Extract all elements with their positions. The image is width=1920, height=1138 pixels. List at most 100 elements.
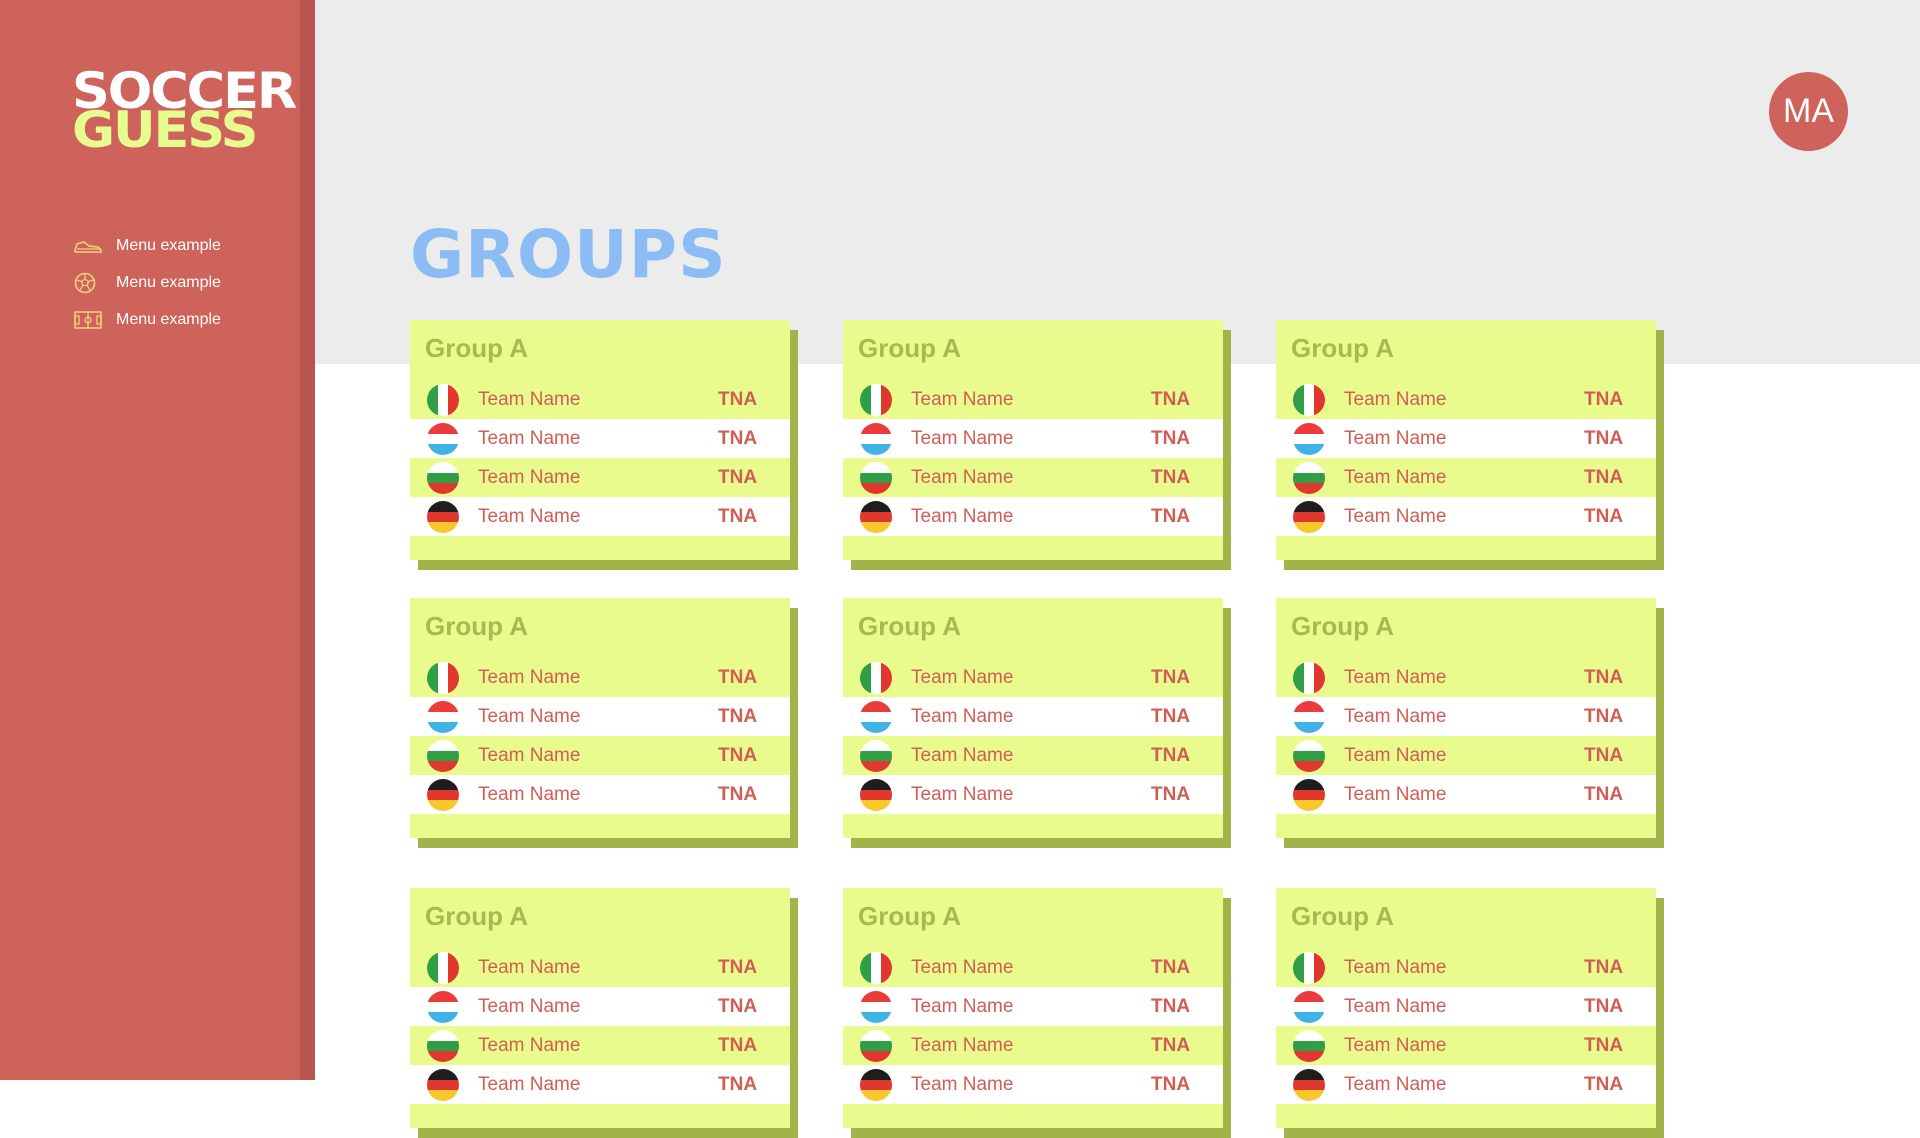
luxembourg-flag-icon bbox=[860, 422, 892, 455]
team-row[interactable]: Team Name TNA bbox=[843, 736, 1223, 775]
group-card[interactable]: Group A Team Name TNA Team Name TNA Team Name… bbox=[410, 320, 800, 570]
group-title: Group A bbox=[425, 611, 529, 641]
germany-flag-icon bbox=[860, 778, 892, 811]
italy-flag-icon bbox=[860, 661, 892, 694]
team-row[interactable]: Team Name TNA bbox=[1276, 419, 1656, 458]
team-abbr: TNA bbox=[1584, 1073, 1624, 1095]
team-row[interactable]: Team Name TNA bbox=[843, 948, 1223, 987]
team-name: Team Name bbox=[1344, 705, 1447, 727]
team-row[interactable]: Team Name TNA bbox=[1276, 1065, 1656, 1104]
sidebar-item-label: Menu example bbox=[116, 310, 221, 328]
team-name: Team Name bbox=[1344, 466, 1447, 488]
team-row[interactable]: Team Name TNA bbox=[843, 497, 1223, 536]
team-row[interactable]: Team Name TNA bbox=[410, 1026, 790, 1065]
app-logo[interactable]: SOCCER GUESS bbox=[72, 66, 297, 155]
group-title: Group A bbox=[1291, 333, 1395, 363]
group-card-body: Group A Team Name TNA Team Name TNA Team Name… bbox=[1276, 888, 1656, 1128]
team-row[interactable]: Team Name TNA bbox=[1276, 987, 1656, 1026]
team-abbr: TNA bbox=[1584, 783, 1624, 805]
team-abbr: TNA bbox=[718, 1034, 758, 1056]
team-row[interactable]: Team Name TNA bbox=[1276, 458, 1656, 497]
team-row[interactable]: Team Name TNA bbox=[1276, 736, 1656, 775]
team-row[interactable]: Team Name TNA bbox=[843, 419, 1223, 458]
team-row[interactable]: Team Name TNA bbox=[410, 458, 790, 497]
team-name: Team Name bbox=[911, 505, 1014, 527]
luxembourg-flag-icon bbox=[427, 990, 459, 1023]
team-row[interactable]: Team Name TNA bbox=[843, 1026, 1223, 1065]
team-name: Team Name bbox=[1344, 388, 1447, 410]
team-name: Team Name bbox=[911, 995, 1014, 1017]
team-abbr: TNA bbox=[1584, 505, 1624, 527]
group-card[interactable]: Group A Team Name TNA Team Name TNA Team Name… bbox=[1276, 598, 1666, 848]
team-row[interactable]: Team Name TNA bbox=[843, 658, 1223, 697]
team-name: Team Name bbox=[478, 956, 581, 978]
team-row[interactable]: Team Name TNA bbox=[410, 987, 790, 1026]
bulgaria-flag-icon bbox=[427, 461, 459, 494]
team-row[interactable]: Team Name TNA bbox=[1276, 697, 1656, 736]
team-abbr: TNA bbox=[1151, 1034, 1191, 1056]
team-name: Team Name bbox=[478, 427, 581, 449]
sidebar-item-label: Menu example bbox=[116, 236, 221, 254]
team-abbr: TNA bbox=[1584, 388, 1624, 410]
team-abbr: TNA bbox=[718, 466, 758, 488]
team-abbr: TNA bbox=[1151, 744, 1191, 766]
team-name: Team Name bbox=[478, 466, 581, 488]
team-abbr: TNA bbox=[1151, 1073, 1191, 1095]
team-row[interactable]: Team Name TNA bbox=[1276, 948, 1656, 987]
team-row[interactable]: Team Name TNA bbox=[410, 419, 790, 458]
team-row[interactable]: Team Name TNA bbox=[843, 1065, 1223, 1104]
team-row[interactable]: Team Name TNA bbox=[843, 775, 1223, 814]
team-row[interactable]: Team Name TNA bbox=[1276, 380, 1656, 419]
team-row[interactable]: Team Name TNA bbox=[1276, 658, 1656, 697]
group-card[interactable]: Group A Team Name TNA Team Name TNA Team Name… bbox=[843, 888, 1233, 1138]
team-name: Team Name bbox=[1344, 505, 1447, 527]
italy-flag-icon bbox=[427, 661, 459, 694]
team-row[interactable]: Team Name TNA bbox=[410, 1065, 790, 1104]
group-card[interactable]: Group A Team Name TNA Team Name TNA Team Name… bbox=[1276, 888, 1666, 1138]
team-name: Team Name bbox=[478, 388, 581, 410]
sidebar-item-3[interactable]: Menu example bbox=[74, 301, 221, 338]
sidebar-item-2[interactable]: Menu example bbox=[74, 264, 221, 301]
germany-flag-icon bbox=[427, 1068, 459, 1101]
team-row[interactable]: Team Name TNA bbox=[843, 697, 1223, 736]
team-abbr: TNA bbox=[1151, 505, 1191, 527]
team-list: Team Name TNA Team Name TNA Team Name TNA Team… bbox=[1276, 658, 1656, 814]
team-abbr: TNA bbox=[1584, 956, 1624, 978]
sidebar-item-label: Menu example bbox=[116, 273, 221, 291]
team-row[interactable]: Team Name TNA bbox=[410, 736, 790, 775]
group-card[interactable]: Group A Team Name TNA Team Name TNA Team Name… bbox=[1276, 320, 1666, 570]
team-row[interactable]: Team Name TNA bbox=[843, 987, 1223, 1026]
team-abbr: TNA bbox=[718, 744, 758, 766]
team-row[interactable]: Team Name TNA bbox=[1276, 775, 1656, 814]
italy-flag-icon bbox=[860, 383, 892, 416]
team-row[interactable]: Team Name TNA bbox=[1276, 497, 1656, 536]
group-card[interactable]: Group A Team Name TNA Team Name TNA Team Name… bbox=[843, 320, 1233, 570]
team-abbr: TNA bbox=[718, 505, 758, 527]
team-row[interactable]: Team Name TNA bbox=[410, 948, 790, 987]
sidebar-item-1[interactable]: Menu example bbox=[74, 227, 221, 264]
team-abbr: TNA bbox=[1151, 666, 1191, 688]
team-row[interactable]: Team Name TNA bbox=[843, 380, 1223, 419]
luxembourg-flag-icon bbox=[860, 700, 892, 733]
group-card[interactable]: Group A Team Name TNA Team Name TNA Team Name… bbox=[843, 598, 1233, 848]
italy-flag-icon bbox=[1293, 951, 1325, 984]
team-row[interactable]: Team Name TNA bbox=[1276, 1026, 1656, 1065]
group-card-body: Group A Team Name TNA Team Name TNA Team Name… bbox=[410, 888, 790, 1128]
team-row[interactable]: Team Name TNA bbox=[410, 658, 790, 697]
sidebar-menu: Menu example Menu example Menu example bbox=[74, 227, 221, 338]
group-card[interactable]: Group A Team Name TNA Team Name TNA Team Name… bbox=[410, 598, 800, 848]
team-row[interactable]: Team Name TNA bbox=[410, 497, 790, 536]
germany-flag-icon bbox=[860, 500, 892, 533]
team-row[interactable]: Team Name TNA bbox=[843, 458, 1223, 497]
team-row[interactable]: Team Name TNA bbox=[410, 775, 790, 814]
team-row[interactable]: Team Name TNA bbox=[410, 380, 790, 419]
germany-flag-icon bbox=[860, 1068, 892, 1101]
user-avatar[interactable]: MA bbox=[1769, 72, 1848, 151]
bulgaria-flag-icon bbox=[427, 1029, 459, 1062]
team-list: Team Name TNA Team Name TNA Team Name TNA Team… bbox=[843, 948, 1223, 1104]
team-row[interactable]: Team Name TNA bbox=[410, 697, 790, 736]
bulgaria-flag-icon bbox=[860, 461, 892, 494]
team-list: Team Name TNA Team Name TNA Team Name TNA Team… bbox=[410, 658, 790, 814]
team-list: Team Name TNA Team Name TNA Team Name TNA Team… bbox=[410, 948, 790, 1104]
group-card[interactable]: Group A Team Name TNA Team Name TNA Team Name… bbox=[410, 888, 800, 1138]
